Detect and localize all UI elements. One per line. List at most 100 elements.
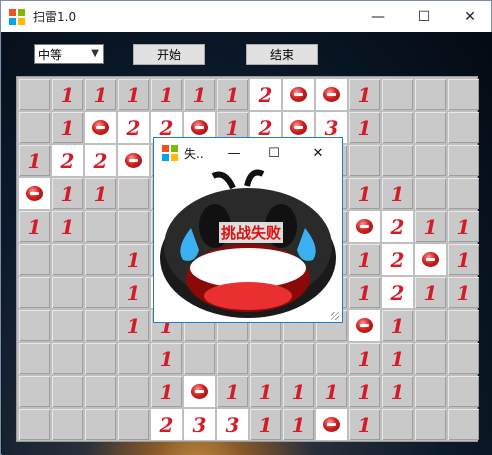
board-cell[interactable]: 1 (52, 178, 83, 209)
board-cell[interactable] (52, 310, 83, 341)
board-cell[interactable] (448, 310, 479, 341)
board-cell[interactable] (52, 376, 83, 407)
maximize-button[interactable]: ☐ (401, 1, 447, 32)
board-cell[interactable]: 1 (382, 376, 413, 407)
board-cell[interactable]: 1 (415, 277, 446, 308)
board-cell[interactable] (382, 79, 413, 110)
board-cell[interactable] (448, 178, 479, 209)
board-cell[interactable]: 2 (250, 79, 281, 110)
board-cell[interactable]: 1 (52, 211, 83, 242)
board-cell[interactable] (448, 79, 479, 110)
board-cell[interactable] (85, 409, 116, 440)
board-cell[interactable]: 2 (382, 211, 413, 242)
board-cell[interactable] (52, 343, 83, 374)
board-cell[interactable] (85, 343, 116, 374)
board-cell[interactable] (19, 343, 50, 374)
board-cell[interactable]: 1 (382, 178, 413, 209)
board-cell[interactable]: 1 (151, 79, 182, 110)
board-cell[interactable] (118, 178, 149, 209)
board-cell[interactable] (448, 343, 479, 374)
board-cell[interactable] (19, 178, 50, 209)
board-cell[interactable] (349, 310, 380, 341)
board-cell[interactable] (118, 409, 149, 440)
board-cell[interactable] (448, 112, 479, 143)
board-cell[interactable] (19, 112, 50, 143)
board-cell[interactable]: 1 (283, 376, 314, 407)
board-cell[interactable]: 1 (349, 112, 380, 143)
board-cell[interactable]: 2 (52, 145, 83, 176)
board-cell[interactable] (52, 244, 83, 275)
board-cell[interactable]: 1 (349, 277, 380, 308)
board-cell[interactable]: 1 (151, 376, 182, 407)
board-cell[interactable] (316, 79, 347, 110)
board-cell[interactable]: 2 (151, 409, 182, 440)
board-cell[interactable]: 1 (118, 79, 149, 110)
board-cell[interactable]: 1 (52, 112, 83, 143)
board-cell[interactable] (85, 112, 116, 143)
board-cell[interactable]: 1 (349, 178, 380, 209)
dialog-maximize-button[interactable]: ☐ (254, 138, 294, 168)
board-cell[interactable]: 1 (217, 376, 248, 407)
board-cell[interactable]: 1 (448, 211, 479, 242)
board-cell[interactable]: 1 (250, 409, 281, 440)
board-cell[interactable]: 1 (19, 145, 50, 176)
board-cell[interactable] (415, 244, 446, 275)
board-cell[interactable]: 3 (217, 409, 248, 440)
board-cell[interactable] (448, 376, 479, 407)
board-cell[interactable]: 1 (349, 244, 380, 275)
board-cell[interactable] (250, 343, 281, 374)
board-cell[interactable] (52, 277, 83, 308)
board-cell[interactable] (415, 178, 446, 209)
board-cell[interactable]: 1 (184, 79, 215, 110)
board-cell[interactable] (415, 376, 446, 407)
board-cell[interactable]: 1 (349, 376, 380, 407)
board-cell[interactable] (184, 343, 215, 374)
close-button[interactable]: ✕ (447, 1, 492, 32)
board-cell[interactable] (415, 79, 446, 110)
difficulty-select[interactable]: 中等 ▼ (34, 44, 104, 64)
board-cell[interactable] (184, 376, 215, 407)
board-cell[interactable]: 1 (118, 244, 149, 275)
board-cell[interactable]: 1 (448, 277, 479, 308)
board-cell[interactable]: 1 (118, 277, 149, 308)
board-cell[interactable] (349, 145, 380, 176)
board-cell[interactable]: 2 (382, 277, 413, 308)
board-cell[interactable]: 1 (250, 376, 281, 407)
board-cell[interactable] (382, 145, 413, 176)
board-cell[interactable] (349, 211, 380, 242)
board-cell[interactable] (415, 343, 446, 374)
board-cell[interactable]: 1 (52, 79, 83, 110)
board-cell[interactable] (19, 277, 50, 308)
board-cell[interactable] (316, 343, 347, 374)
board-cell[interactable] (448, 409, 479, 440)
board-cell[interactable] (448, 145, 479, 176)
board-cell[interactable] (19, 376, 50, 407)
board-cell[interactable] (415, 145, 446, 176)
board-cell[interactable] (217, 343, 248, 374)
board-cell[interactable] (52, 409, 83, 440)
board-cell[interactable] (85, 376, 116, 407)
dialog-close-button[interactable]: ✕ (298, 138, 338, 168)
board-cell[interactable] (118, 145, 149, 176)
board-cell[interactable] (19, 409, 50, 440)
board-cell[interactable] (85, 244, 116, 275)
board-cell[interactable] (118, 343, 149, 374)
board-cell[interactable]: 1 (316, 376, 347, 407)
board-cell[interactable]: 1 (349, 343, 380, 374)
board-cell[interactable]: 1 (349, 79, 380, 110)
resize-grip[interactable] (331, 312, 339, 320)
board-cell[interactable] (316, 409, 347, 440)
board-cell[interactable] (85, 277, 116, 308)
board-cell[interactable] (85, 310, 116, 341)
dialog-minimize-button[interactable]: — (214, 138, 254, 168)
board-cell[interactable] (19, 244, 50, 275)
board-cell[interactable]: 1 (349, 409, 380, 440)
board-cell[interactable]: 2 (382, 244, 413, 275)
board-cell[interactable]: 1 (415, 211, 446, 242)
board-cell[interactable] (415, 409, 446, 440)
board-cell[interactable] (415, 112, 446, 143)
board-cell[interactable]: 1 (217, 79, 248, 110)
board-cell[interactable]: 3 (184, 409, 215, 440)
board-cell[interactable]: 1 (283, 409, 314, 440)
board-cell[interactable]: 1 (85, 178, 116, 209)
